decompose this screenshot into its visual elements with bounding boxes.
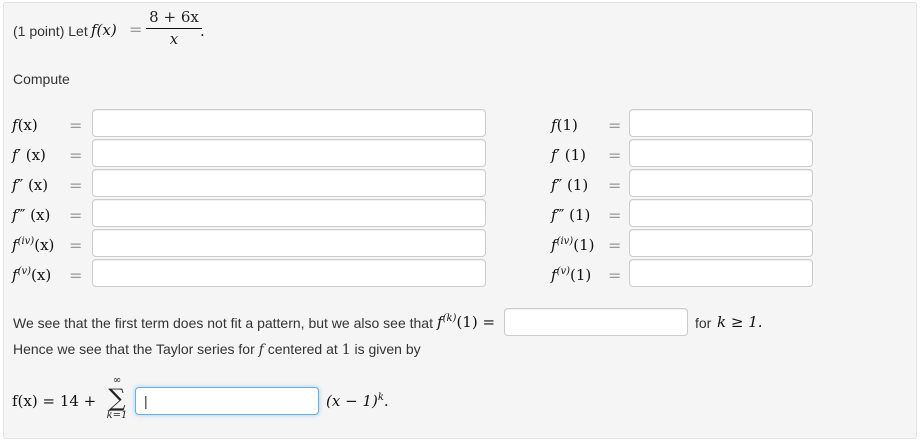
label-f-x: f(x)	[12, 116, 38, 134]
answer-input-f4-1[interactable]	[629, 229, 813, 257]
series-lhs: f(x) = 14 +	[12, 392, 97, 410]
equals-sign: =	[608, 116, 622, 135]
equals-sign: =	[69, 146, 83, 165]
pattern-fk: f(k)(1) =	[437, 313, 496, 331]
label-f5-1: f(v)(1)	[551, 266, 592, 284]
label-f3-x: f‴ (x)	[12, 206, 51, 224]
hence-text: Hence we see that the Taylor series for …	[13, 341, 421, 358]
fraction-numerator: 8 + 6x	[146, 8, 202, 29]
label-f3-1: f‴ (1)	[551, 206, 591, 224]
points-label: (1 point) Let	[13, 23, 88, 39]
function-lhs: f(x)	[91, 21, 117, 39]
answer-input-f1-x[interactable]	[92, 139, 486, 167]
header-period: .	[200, 22, 205, 40]
pattern-text: We see that the first term does not fit …	[13, 315, 433, 331]
label-f1-1: f′ (1)	[551, 146, 586, 164]
answer-input-series-term[interactable]	[135, 387, 319, 415]
label-f5-x: f(v)(x)	[12, 266, 52, 284]
equals-sign: =	[69, 236, 83, 255]
equals-sign: =	[69, 266, 83, 285]
label-f2-x: f″ (x)	[12, 176, 49, 194]
answer-input-f1-1[interactable]	[629, 139, 813, 167]
answer-input-f3-x[interactable]	[92, 199, 486, 227]
label-f-1: f(1)	[551, 116, 578, 134]
sum-sigma-icon: ∞ ∑ k=1	[106, 375, 128, 422]
equals-sign: =	[608, 176, 622, 195]
k-condition: k ≥ 1.	[717, 313, 763, 331]
answer-input-f5-x[interactable]	[92, 259, 486, 287]
equals-sign: =	[69, 176, 83, 195]
fraction-denominator: x	[169, 30, 179, 48]
equals-sign: =	[69, 206, 83, 225]
label-f4-1: f(iv)(1)	[551, 236, 595, 254]
answer-input-f2-x[interactable]	[92, 169, 486, 197]
answer-input-f2-1[interactable]	[629, 169, 813, 197]
label-f1-x: f′ (x)	[12, 146, 46, 164]
label-f2-1: f″ (1)	[551, 176, 589, 194]
equals-sign: =	[129, 20, 143, 39]
answer-input-f4-x[interactable]	[92, 229, 486, 257]
answer-input-fk-1[interactable]	[504, 308, 688, 336]
answer-input-f5-1[interactable]	[629, 259, 813, 287]
equals-sign: =	[608, 266, 622, 285]
answer-input-f3-1[interactable]	[629, 199, 813, 227]
equals-sign: =	[608, 206, 622, 225]
equals-sign: =	[608, 146, 622, 165]
equals-sign: =	[69, 116, 83, 135]
series-rhs: (x − 1)k.	[326, 392, 389, 410]
answer-input-f-1[interactable]	[629, 109, 813, 137]
label-f4-x: f(iv)(x)	[12, 236, 55, 254]
function-fraction: 8 + 6x x	[146, 8, 202, 48]
for-label: for	[695, 315, 712, 331]
equals-sign: =	[608, 236, 622, 255]
answer-input-f-x[interactable]	[92, 109, 486, 137]
compute-label: Compute	[13, 71, 70, 87]
